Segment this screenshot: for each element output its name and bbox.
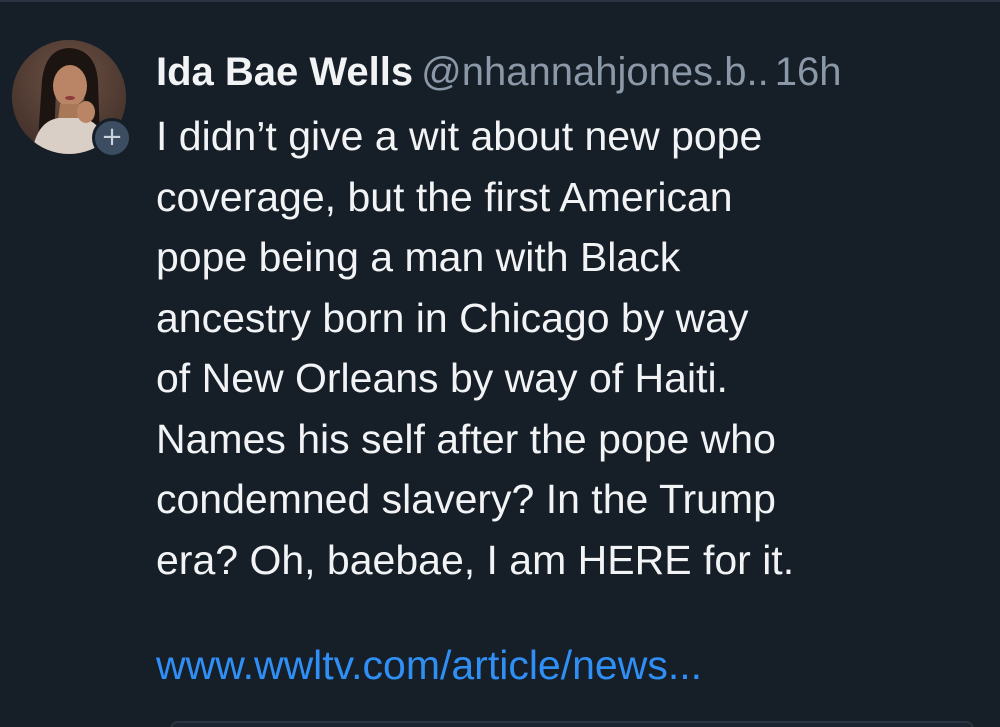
post-text-line: coverage, but the first American bbox=[156, 173, 733, 220]
post-text: I didn’t give a wit about new pope cover… bbox=[156, 106, 976, 590]
avatar-container[interactable]: + bbox=[12, 40, 132, 158]
post-text-line: I didn’t give a wit about new pope bbox=[156, 113, 763, 159]
post-text-line: condemned slavery? In the Trump bbox=[156, 476, 776, 522]
post-text-line: Names his self after the pope who bbox=[156, 415, 776, 462]
post-timestamp[interactable]: 16h bbox=[775, 50, 842, 94]
author-display-name[interactable]: Ida Bae Wells bbox=[156, 50, 413, 94]
post[interactable]: + Ida Bae Wells @nhannahjones.b.. 16h I di… bbox=[0, 0, 1000, 727]
post-text-line: ancestry born in Chicago by way bbox=[156, 294, 749, 341]
plus-icon: + bbox=[101, 122, 123, 152]
post-text-line: pope being a man with Black bbox=[156, 234, 681, 280]
follow-plus-button[interactable]: + bbox=[92, 118, 132, 158]
post-header: Ida Bae Wells @nhannahjones.b.. 16h bbox=[156, 48, 841, 96]
post-text-line: era? Oh, baebae, I am HERE for it. bbox=[156, 536, 795, 583]
post-link[interactable]: www.wwltv.com/article/news... bbox=[156, 640, 702, 690]
post-text-line: of New Orleans by way of Haiti. bbox=[156, 355, 728, 401]
author-handle[interactable]: @nhannahjones.b.. bbox=[421, 50, 769, 94]
link-embed-card[interactable] bbox=[170, 721, 974, 727]
